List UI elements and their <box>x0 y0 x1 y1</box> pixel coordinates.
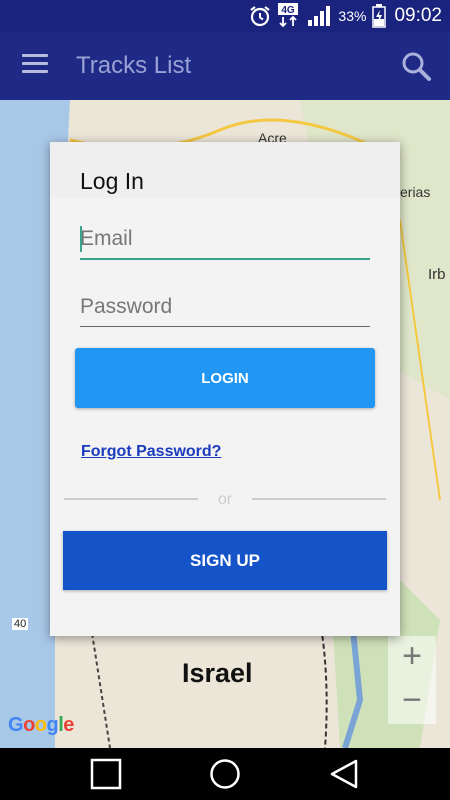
recents-square-icon[interactable] <box>90 758 122 790</box>
battery-percent: 33% <box>338 8 367 24</box>
map-label-country: Israel <box>182 658 253 688</box>
back-triangle-icon[interactable] <box>328 758 360 790</box>
forgot-password-link[interactable]: Forgot Password? <box>81 443 221 461</box>
status-bar-icons: 4G 33% 09:02 <box>248 0 442 32</box>
app-title: Tracks List <box>76 52 192 79</box>
login-button[interactable]: LOGIN <box>75 348 375 408</box>
divider-or-text: or <box>217 491 233 508</box>
dialog-title: Log In <box>80 168 144 194</box>
signal-icon <box>306 4 332 28</box>
alarm-clock-icon <box>248 4 272 28</box>
menu-icon[interactable] <box>22 54 48 76</box>
map-label-irbid: Irb <box>428 266 446 283</box>
zoom-in-button[interactable]: + <box>388 636 436 680</box>
road-number-badge: 40 <box>12 618 29 630</box>
home-circle-icon[interactable] <box>209 758 241 790</box>
clock-time: 09:02 <box>394 5 442 26</box>
password-input[interactable] <box>80 287 370 326</box>
data-4g-icon: 4G <box>278 3 300 29</box>
divider-line-left <box>64 498 198 500</box>
email-field[interactable] <box>80 220 370 260</box>
battery-charging-icon <box>372 4 387 28</box>
divider-line-right <box>252 498 386 500</box>
map-label-tiberias: erias <box>400 184 431 200</box>
email-input[interactable] <box>80 220 370 258</box>
text-cursor <box>80 226 82 252</box>
status-bar: 4G 33% 09:02 <box>0 0 450 32</box>
google-logo: Google <box>8 714 74 736</box>
login-dialog: Log In LOGIN Forgot Password? or SIGN UP <box>50 142 400 636</box>
navigation-bar <box>0 748 450 800</box>
app-bar: Tracks List <box>0 32 450 100</box>
zoom-out-button[interactable]: − <box>388 680 436 724</box>
zoom-controls: + − <box>388 636 436 724</box>
search-icon[interactable] <box>400 50 432 82</box>
network-type-label: 4G <box>282 5 296 16</box>
password-field[interactable] <box>80 287 370 327</box>
signup-button[interactable]: SIGN UP <box>63 531 387 590</box>
